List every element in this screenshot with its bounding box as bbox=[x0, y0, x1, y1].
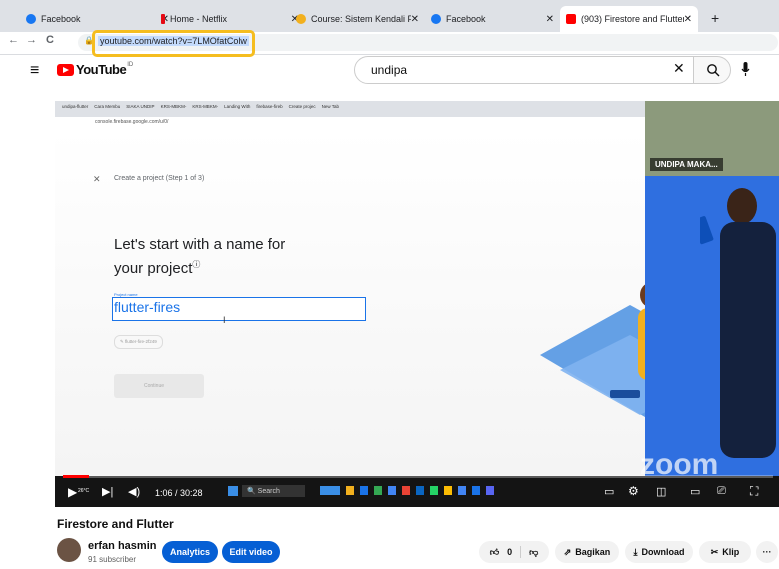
help-icon: ⓘ bbox=[192, 260, 201, 269]
project-id-chip: ✎ flutter-fire-2f249 bbox=[114, 335, 163, 349]
thumbs-down-icon[interactable]: 👎︎ bbox=[529, 547, 538, 558]
app-icon bbox=[486, 486, 494, 495]
youtube-icon bbox=[566, 14, 576, 24]
cast-icon[interactable]: ⎚ bbox=[717, 485, 726, 498]
search-input[interactable]: undipa bbox=[354, 56, 694, 84]
app-icon bbox=[374, 486, 382, 495]
search-icon: 🔍 bbox=[247, 488, 256, 495]
facebook-icon bbox=[26, 14, 36, 24]
taskbar-search: 🔍 Search bbox=[242, 485, 305, 497]
app-icon bbox=[472, 486, 480, 495]
like-dislike-group[interactable]: 👍︎ 0 👎︎ bbox=[479, 541, 549, 563]
play-icon[interactable]: ▶ bbox=[68, 485, 77, 499]
subscriber-count: 91 subscriber bbox=[88, 555, 137, 564]
taskbar-app-icons bbox=[320, 486, 494, 495]
new-tab-button[interactable]: + bbox=[711, 10, 719, 26]
step-label: Create a project (Step 1 of 3) bbox=[114, 175, 205, 182]
close-icon[interactable]: ✕ bbox=[411, 14, 419, 25]
share-button[interactable]: ⇗ Bagikan bbox=[555, 541, 619, 563]
download-icon: ⤓ bbox=[633, 546, 638, 557]
clear-search-icon[interactable]: ✕ bbox=[673, 60, 685, 77]
course-icon bbox=[296, 14, 306, 24]
avatar[interactable] bbox=[57, 538, 81, 562]
participant-label: UNDIPA MAKA... bbox=[650, 158, 723, 171]
tab-facebook-2[interactable]: Facebook ✕ bbox=[425, 6, 560, 32]
app-icon bbox=[388, 486, 396, 495]
analytics-button[interactable]: Analytics bbox=[162, 541, 218, 563]
continue-button: Continue bbox=[114, 374, 204, 398]
video-title: Firestore and Flutter bbox=[57, 517, 174, 531]
app-icon bbox=[360, 486, 368, 495]
tab-youtube-active[interactable]: (903) Firestore and Flutter - YouT ✕ bbox=[560, 6, 698, 32]
app-icon bbox=[402, 486, 410, 495]
youtube-logo[interactable]: YouTube ID bbox=[57, 62, 133, 77]
back-icon[interactable]: ← bbox=[8, 34, 19, 46]
url-highlight-annotation bbox=[92, 30, 255, 57]
menu-icon[interactable]: ≡ bbox=[30, 62, 39, 80]
subtitles-icon[interactable]: ▭ bbox=[604, 485, 614, 498]
tab-course[interactable]: Course: Sistem Kendali Proses ✕ bbox=[290, 6, 425, 32]
taskbar: 🔍 Search bbox=[228, 485, 305, 497]
search-icon bbox=[707, 64, 720, 77]
edit-video-button[interactable]: Edit video bbox=[222, 541, 280, 563]
firebase-heading-2: your projectⓘ bbox=[114, 260, 201, 277]
tab-netflix[interactable]: Home - Netflix ✕ bbox=[155, 6, 305, 32]
forward-icon[interactable]: → bbox=[26, 34, 37, 46]
text-cursor-icon: I bbox=[223, 315, 226, 325]
search-button[interactable] bbox=[693, 56, 731, 84]
windows-start-icon bbox=[228, 486, 238, 496]
app-icon bbox=[416, 486, 424, 495]
time-display: 1:06 / 30:28 bbox=[155, 488, 203, 498]
app-icon bbox=[430, 486, 438, 495]
clip-button[interactable]: ✂ Klip bbox=[699, 541, 751, 563]
divider bbox=[520, 546, 522, 558]
share-icon: ⇗ bbox=[563, 546, 572, 557]
project-name-value: flutter-fires bbox=[114, 299, 181, 315]
inner-tab-list: undipa-flutter Cara Membu SIAKA UNDIP KR… bbox=[62, 104, 340, 109]
close-icon[interactable]: ✕ bbox=[684, 14, 692, 25]
netflix-icon bbox=[161, 14, 165, 24]
app-icon bbox=[320, 486, 340, 495]
thumbs-up-icon[interactable]: 👍︎ bbox=[490, 547, 499, 558]
inner-url: console.firebase.google.com/u/0/ bbox=[95, 119, 169, 125]
theater-mode-icon[interactable]: ▭ bbox=[690, 485, 700, 498]
youtube-play-icon bbox=[57, 63, 74, 76]
more-actions-button[interactable]: ··· bbox=[756, 541, 778, 563]
firebase-heading-1: Let's start with a name for bbox=[114, 236, 286, 253]
reload-icon[interactable]: C bbox=[46, 34, 54, 46]
facebook-icon bbox=[431, 14, 441, 24]
scissors-icon: ✂ bbox=[710, 546, 719, 557]
progress-bar[interactable] bbox=[63, 475, 773, 478]
weather-text: 26°C bbox=[78, 488, 90, 494]
close-icon[interactable]: ✕ bbox=[546, 14, 554, 25]
channel-name[interactable]: erfan hasmin bbox=[88, 540, 156, 552]
settings-icon[interactable]: ⚙ bbox=[628, 484, 639, 498]
close-step-icon: ✕ bbox=[93, 174, 101, 184]
app-icon bbox=[458, 486, 466, 495]
next-icon[interactable]: ▶| bbox=[102, 485, 113, 498]
microphone-icon[interactable] bbox=[741, 62, 750, 77]
download-button[interactable]: ⤓ Download bbox=[625, 541, 693, 563]
person-illustration bbox=[700, 188, 776, 458]
miniplayer-icon[interactable]: ◫ bbox=[656, 485, 666, 498]
fullscreen-icon[interactable]: ⛶ bbox=[750, 484, 758, 499]
app-icon bbox=[444, 486, 452, 495]
tab-facebook-1[interactable]: Facebook ✕ bbox=[20, 6, 175, 32]
volume-icon[interactable]: ◀) bbox=[128, 485, 140, 498]
progress-fill bbox=[63, 475, 89, 478]
app-icon bbox=[346, 486, 354, 495]
